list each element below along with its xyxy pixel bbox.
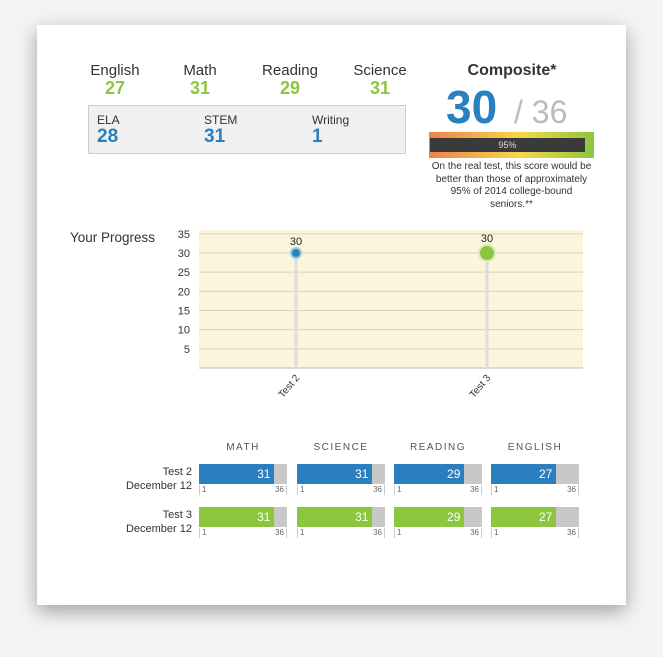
- bar-scale: 1 36: [491, 485, 579, 495]
- scale-min: 1: [494, 485, 499, 494]
- data-label: 30: [481, 233, 493, 245]
- scale-min: 1: [494, 528, 499, 537]
- composite-max: / 36: [514, 94, 568, 130]
- percentile-note: On the real test, this score would be be…: [431, 161, 592, 210]
- score-bar-fill: 29: [394, 507, 465, 527]
- bar-scale: 1 36: [491, 528, 579, 538]
- plot-area: [199, 230, 583, 368]
- y-tick-label: 10: [178, 325, 190, 337]
- label: Writing: [312, 113, 350, 127]
- y-tick-label: 35: [178, 229, 190, 241]
- x-tick-label: Test 2: [277, 373, 303, 401]
- bar-scale: 1 36: [394, 528, 482, 538]
- scale-max: 36: [470, 485, 479, 494]
- data-point[interactable]: [478, 244, 496, 262]
- value: 28: [97, 126, 119, 147]
- column-header: ENGLISH: [507, 442, 563, 453]
- column-header: SCIENCE: [313, 442, 369, 453]
- y-tick-label: 5: [184, 344, 190, 356]
- value: 31: [204, 126, 226, 147]
- row-label: Test 2 December 12: [110, 465, 192, 493]
- y-tick-label: 20: [178, 286, 190, 298]
- score-bar: 27: [491, 507, 579, 527]
- scale-min: 1: [397, 528, 402, 537]
- score-bar-fill: 31: [199, 507, 275, 527]
- subject-label: Math: [183, 62, 217, 79]
- value: 1: [312, 126, 323, 147]
- score-bar-fill: 31: [199, 464, 275, 484]
- subject-score-math: Math 31: [155, 62, 245, 97]
- scale-max: 36: [373, 485, 382, 494]
- test-date: December 12: [125, 480, 192, 492]
- y-tick-label: 25: [178, 267, 190, 279]
- combined-scores-box: ELA 28 STEM 31 Writing 1: [88, 105, 406, 154]
- score-bar-fill: 27: [491, 507, 557, 527]
- writing-score: Writing 1: [312, 113, 349, 147]
- score-bar-fill: 31: [297, 464, 373, 484]
- progress-title: Your Progress: [70, 230, 156, 245]
- score-bar: 29: [394, 507, 482, 527]
- subject-label: English: [90, 62, 140, 79]
- score-bar: 31: [199, 464, 287, 484]
- ela-score: ELA 28: [97, 113, 120, 147]
- percentile-fill: 95%: [430, 138, 585, 152]
- y-tick-label: 15: [178, 306, 190, 318]
- composite-title: Composite*: [467, 62, 557, 79]
- scale-max: 36: [567, 485, 576, 494]
- score-bar: 31: [297, 507, 385, 527]
- scale-max: 36: [373, 528, 382, 537]
- scale-max: 36: [470, 528, 479, 537]
- bar-scale: 1 36: [199, 485, 287, 495]
- score-bar: 31: [199, 507, 287, 527]
- scale-min: 1: [300, 528, 305, 537]
- subject-score-reading: Reading 29: [245, 62, 335, 97]
- subject-score-science: Science 31: [335, 62, 425, 97]
- subject-label: Reading: [262, 62, 318, 79]
- bar-scale: 1 36: [297, 485, 385, 495]
- score-bar-fill: 31: [297, 507, 373, 527]
- progress-chart: 5 10 15 20 25 30 35 30 Test 2 30 Test 3: [178, 229, 583, 401]
- scale-min: 1: [300, 485, 305, 494]
- stem-score: STEM 31: [204, 113, 237, 147]
- score-bar: 31: [297, 464, 385, 484]
- composite-score: 30: [446, 81, 498, 133]
- scale-max: 36: [567, 528, 576, 537]
- subject-value: 29: [279, 78, 301, 98]
- column-header: READING: [409, 442, 467, 453]
- score-bar: 27: [491, 464, 579, 484]
- test-name: Test 2: [162, 466, 192, 478]
- data-label: 30: [290, 236, 302, 248]
- test-date: December 12: [125, 523, 192, 535]
- subject-score-english: English 27: [70, 62, 160, 97]
- subject-value: 27: [104, 78, 126, 98]
- bar-scale: 1 36: [297, 528, 385, 538]
- scale-min: 1: [202, 485, 207, 494]
- label: STEM: [204, 113, 238, 127]
- scale-min: 1: [397, 485, 402, 494]
- test-name: Test 3: [162, 509, 192, 521]
- y-tick-label: 30: [178, 248, 190, 260]
- subject-value: 31: [189, 78, 211, 98]
- score-bar-fill: 27: [491, 464, 557, 484]
- scale-min: 1: [202, 528, 207, 537]
- label: ELA: [97, 113, 120, 127]
- score-bar: 29: [394, 464, 482, 484]
- x-tick-label: Test 3: [468, 373, 494, 401]
- scale-max: 36: [275, 485, 284, 494]
- bar-scale: 1 36: [394, 485, 482, 495]
- percentile-bar: 95%: [429, 132, 594, 158]
- subject-value: 31: [369, 78, 391, 98]
- row-label: Test 3 December 12: [110, 508, 192, 536]
- column-header: MATH: [226, 442, 260, 453]
- data-point[interactable]: [290, 247, 302, 259]
- subject-label: Science: [353, 62, 407, 79]
- scale-max: 36: [275, 528, 284, 537]
- score-bar-fill: 29: [394, 464, 465, 484]
- bar-scale: 1 36: [199, 528, 287, 538]
